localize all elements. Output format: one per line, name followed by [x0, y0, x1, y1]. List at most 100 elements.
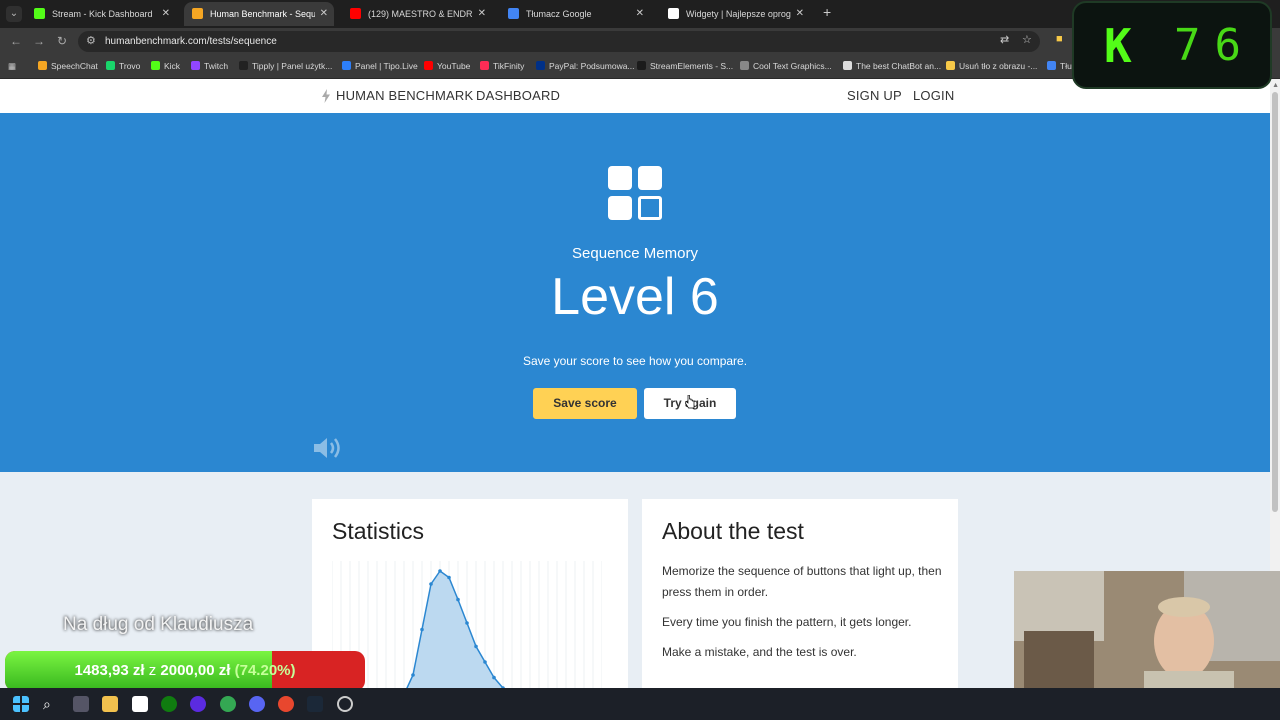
- distribution-point: [420, 627, 424, 632]
- bookmark-label: Tipply | Panel użytk...: [252, 61, 333, 71]
- bookmark-item[interactable]: Usuń tło z obrazu -...: [946, 55, 1037, 78]
- task-view-icon[interactable]: [73, 696, 89, 712]
- dashboard-link[interactable]: DASHBOARD: [476, 79, 560, 113]
- apps-grid-icon[interactable]: ▦: [8, 55, 16, 78]
- browser-tab[interactable]: Human Benchmark - Sequence ✕: [184, 2, 334, 26]
- reload-icon[interactable]: ↻: [57, 34, 67, 48]
- speaker-icon[interactable]: [312, 435, 344, 461]
- bookmark-favicon-icon: [946, 61, 955, 70]
- bookmark-favicon-icon: [106, 61, 115, 70]
- bookmark-item[interactable]: TikFinity: [480, 55, 524, 78]
- tab-favicon-icon: [350, 8, 361, 19]
- extension-icon[interactable]: ■: [1056, 33, 1063, 45]
- bookmark-item[interactable]: Cool Text Graphics...: [740, 55, 832, 78]
- windows-start-icon[interactable]: [13, 696, 29, 712]
- tab-close-icon[interactable]: ✕: [636, 2, 644, 26]
- test-name: Sequence Memory: [572, 245, 698, 262]
- new-tab-button[interactable]: +: [823, 4, 831, 20]
- donation-goal-text: 1483,93 zł z 2000,00 zł (74.20%): [5, 651, 365, 691]
- discord-icon[interactable]: [249, 696, 265, 712]
- bookmark-label: Tłu: [1060, 61, 1072, 71]
- kick-viewer-badge: K 76: [1072, 1, 1272, 89]
- bookmark-item[interactable]: Twitch: [191, 55, 228, 78]
- browser-tab[interactable]: Stream - Kick Dashboard ✕: [26, 2, 176, 26]
- donation-goal-title: Na dług od Klaudiusza: [63, 614, 254, 635]
- viewer-count: 76: [1174, 20, 1255, 71]
- bookmark-favicon-icon: [424, 61, 433, 70]
- bookmark-item[interactable]: Panel | Tipo.Live: [342, 55, 418, 78]
- level-display: Level 6: [551, 268, 719, 326]
- about-paragraph-3: Make a mistake, and the test is over.: [662, 645, 857, 659]
- translate-icon[interactable]: ⇄: [1000, 33, 1009, 46]
- donation-goal-bar: 1483,93 zł z 2000,00 zł (74.20%): [5, 651, 365, 691]
- brand-link[interactable]: HUMAN BENCHMARK: [336, 79, 473, 113]
- bookmark-item[interactable]: Tipply | Panel użytk...: [239, 55, 332, 78]
- sign-up-link[interactable]: SIGN UP: [847, 79, 902, 113]
- about-title: About the test: [662, 518, 804, 544]
- bookmark-favicon-icon: [843, 61, 852, 70]
- bookmark-item[interactable]: YouTube: [424, 55, 470, 78]
- scroll-up-arrow-icon[interactable]: ▲: [1272, 82, 1279, 89]
- goal-separator: z: [148, 662, 157, 679]
- tab-close-icon[interactable]: ✕: [320, 2, 328, 26]
- bookmark-label: StreamElements - S...: [650, 61, 734, 71]
- bookmark-favicon-icon: [191, 61, 200, 70]
- bookmark-item[interactable]: Trovo: [106, 55, 140, 78]
- save-score-note: Save your score to see how you compare.: [522, 354, 748, 368]
- about-paragraph-2: Every time you finish the pattern, it ge…: [662, 615, 912, 629]
- bookmark-item[interactable]: Kick: [151, 55, 180, 78]
- back-arrow-icon[interactable]: ←: [10, 34, 22, 48]
- bookmark-item[interactable]: The best ChatBot an...: [843, 55, 941, 78]
- tab-title: Tłumacz Google: [526, 9, 592, 19]
- kick-logo-letter: K: [1104, 19, 1132, 73]
- obs-icon[interactable]: [337, 696, 353, 712]
- bookmark-item[interactable]: Tłu: [1047, 55, 1072, 78]
- file-explorer-icon[interactable]: [102, 696, 118, 712]
- goal-percent: (74.20%): [234, 662, 296, 679]
- browser-tab[interactable]: Tłumacz Google ✕: [500, 2, 650, 26]
- browser-tab[interactable]: Widgety | Najlepsze oprogramo ✕: [660, 2, 810, 26]
- forward-arrow-icon[interactable]: →: [33, 34, 45, 48]
- site-info-icon[interactable]: ⚙: [86, 34, 96, 47]
- steam-icon[interactable]: [307, 696, 323, 712]
- about-card: About the test Memorize the sequence of …: [642, 499, 958, 688]
- statistics-title: Statistics: [332, 518, 425, 544]
- test-hero: Sequence Memory Level 6 Save your score …: [0, 113, 1270, 472]
- bookmark-item[interactable]: SpeechChat: [38, 55, 98, 78]
- bookmark-label: Twitch: [204, 61, 229, 71]
- scrollbar-thumb[interactable]: [1272, 92, 1278, 512]
- tab-title: Human Benchmark - Sequence: [210, 9, 315, 19]
- tab-search-chevron-icon[interactable]: ⌄: [6, 6, 22, 22]
- url-bar[interactable]: ⚙ humanbenchmark.com/tests/sequence: [78, 31, 1040, 52]
- tab-favicon-icon: [34, 8, 45, 19]
- goal-current: 1483,93 zł: [74, 662, 145, 679]
- distribution-point: [483, 660, 487, 664]
- bookmark-favicon-icon: [740, 61, 749, 70]
- bookmark-item[interactable]: PayPal: Podsumowa...: [536, 55, 635, 78]
- notepad-icon[interactable]: [132, 696, 148, 712]
- xbox-icon[interactable]: [161, 696, 177, 712]
- tab-close-icon[interactable]: ✕: [478, 2, 486, 26]
- save-score-button[interactable]: Save score: [533, 388, 637, 419]
- bookmark-item[interactable]: StreamElements - S...: [637, 55, 733, 78]
- tab-close-icon[interactable]: ✕: [162, 2, 170, 26]
- login-link[interactable]: LOGIN: [913, 79, 954, 113]
- app-icon-purple[interactable]: [190, 696, 206, 712]
- bookmark-favicon-icon: [239, 61, 248, 70]
- bookmark-star-icon[interactable]: ☆: [1022, 33, 1032, 46]
- bookmark-label: Usuń tło z obrazu -...: [959, 61, 1038, 71]
- distribution-point: [438, 569, 442, 573]
- bookmark-label: TikFinity: [493, 61, 525, 71]
- browser-tab[interactable]: (129) MAESTRO & ENDRIU - W ✕: [342, 2, 492, 26]
- chrome-icon[interactable]: [220, 696, 236, 712]
- search-icon[interactable]: ⌕: [43, 696, 59, 712]
- tab-favicon-icon: [668, 8, 679, 19]
- score-distribution-chart: [332, 561, 602, 688]
- url-text[interactable]: humanbenchmark.com/tests/sequence: [105, 31, 277, 52]
- bookmark-favicon-icon: [38, 61, 47, 70]
- app-icon-red[interactable]: [278, 696, 294, 712]
- distribution-point: [447, 575, 451, 580]
- bookmark-label: YouTube: [437, 61, 471, 71]
- lightning-bolt-icon: [322, 89, 330, 103]
- tab-close-icon[interactable]: ✕: [796, 2, 804, 26]
